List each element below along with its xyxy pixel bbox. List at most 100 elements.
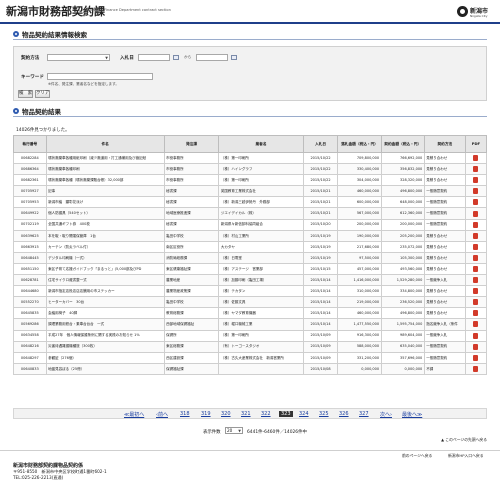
pager-page[interactable]: 321: [241, 411, 251, 417]
pdf-cell: [464, 262, 488, 276]
pdf-icon[interactable]: [473, 277, 479, 284]
item-name-cell[interactable]: 地盤見容ぼる（25冊）: [45, 362, 165, 375]
table-row: 00651150 東区子育て応援ガイドブック「まるっと」(5,000部及びPD 東区…: [13, 262, 488, 276]
clear-button[interactable]: クリア: [35, 90, 50, 98]
item-name-cell[interactable]: 住宅サイクロ蔵書整一式: [45, 274, 165, 287]
pdf-icon[interactable]: [473, 354, 479, 361]
item-name-cell[interactable]: 調理業務用鉄台・乗車台台台 一式: [45, 318, 165, 331]
pager-prev[interactable]: ‹前へ: [156, 411, 168, 418]
table-row: 00682284 環状廃棄車各種用紙印刷（減少廃道用・打工通補用及び値記紙 市役事務…: [13, 151, 488, 165]
item-name-cell[interactable]: デジタル印刷機（一式）: [45, 251, 165, 264]
pdf-icon[interactable]: [473, 199, 479, 206]
table-row: 00645835 会議用椅子 40脚 教育総務課 （株）ヤマダ教育機器 2015/10/…: [13, 307, 488, 320]
item-name-cell[interactable]: 本を取・取り開運保管庫 1台: [45, 229, 165, 242]
column-header[interactable]: 落札金額（税込・円）: [337, 135, 382, 153]
pdf-icon[interactable]: [473, 254, 479, 261]
back-to-top-link[interactable]: ▲ このページの先頭へ戻る: [417, 437, 487, 445]
pdf-icon[interactable]: [473, 177, 479, 184]
pdf-icon[interactable]: [473, 221, 479, 228]
table-cell: 2015/10/21: [302, 196, 339, 209]
pager-page[interactable]: 327: [359, 411, 369, 417]
table-header-row: 執行番号 件名 発注課 業者名 入札日 落札金額（税込・円） 契約金額（税込・円…: [13, 135, 488, 153]
pager-page[interactable]: 320: [221, 411, 231, 417]
footer-link-home[interactable]: 新潟市HP入口へ戻る: [448, 453, 484, 459]
table-cell: 西区建設課: [163, 351, 220, 364]
column-header[interactable]: 業者名: [218, 135, 304, 153]
column-header[interactable]: 件名: [45, 135, 165, 153]
city-logo[interactable]: 新潟市 Niigata City: [457, 4, 497, 21]
pdf-icon[interactable]: [473, 155, 479, 162]
table-cell: 00648297: [13, 351, 47, 364]
column-header[interactable]: 入札日: [302, 135, 339, 153]
pdf-icon[interactable]: [473, 265, 479, 272]
method-select[interactable]: ▼: [47, 54, 110, 61]
item-name-cell[interactable]: 災害待遇難護機種旅（300枚）: [45, 340, 165, 353]
table-cell: （株）日電堂: [218, 251, 304, 264]
item-name-cell[interactable]: 新潟市議 顕彰花派け: [45, 196, 165, 209]
pdf-icon[interactable]: [473, 365, 479, 372]
table-cell: 709,800,000: [337, 151, 382, 165]
column-header[interactable]: 契約方法: [423, 135, 466, 153]
item-name-cell[interactable]: 記事: [45, 185, 165, 198]
table-cell: 304,000,000: [337, 174, 382, 187]
item-name-cell[interactable]: 東区子育て応援ガイドブック「まるっと」(5,000部及びPD: [45, 262, 165, 276]
table-cell: 00640833: [13, 362, 47, 375]
pdf-icon[interactable]: [473, 332, 479, 339]
keyword-input[interactable]: [47, 73, 153, 80]
pdf-icon[interactable]: [473, 299, 479, 306]
table-cell: 一般随意契約: [423, 340, 466, 353]
item-name-cell[interactable]: 新潟市指定店役店店店舗用の市ステッカー: [45, 285, 165, 298]
pdf-icon[interactable]: [473, 243, 479, 250]
pager-page[interactable]: 325: [319, 411, 329, 417]
column-header[interactable]: 発注課: [163, 135, 220, 153]
footer-dept: 新潟市財務部契約課物品契約係: [13, 463, 84, 469]
pager-page[interactable]: 324: [299, 411, 309, 417]
section-bullet-icon: [13, 108, 19, 114]
pdf-cell: [464, 196, 488, 209]
table-cell: 教育総務課: [163, 307, 220, 320]
item-name-cell[interactable]: 個人防護具（540セット）: [45, 207, 165, 220]
calendar-icon[interactable]: [231, 55, 237, 60]
pager-page[interactable]: 318: [180, 411, 190, 417]
pdf-cell: [464, 151, 488, 165]
pdf-icon[interactable]: [473, 343, 479, 350]
footer-link-back[interactable]: 前のページへ戻る: [402, 453, 432, 459]
item-name-cell[interactable]: 環状廃棄車各種（環状廃棄課販台帳）32,000部: [45, 174, 165, 187]
item-name-cell[interactable]: 参観証（276個）: [45, 351, 165, 364]
table-cell: 2015/10/09: [302, 351, 339, 364]
pager-page[interactable]: 326: [339, 411, 349, 417]
pager-page[interactable]: 322: [261, 411, 271, 417]
pager-page[interactable]: 319: [201, 411, 211, 417]
pager-first[interactable]: ≪最初へ: [124, 411, 144, 418]
table-row: 00649922 個人防護具（540セット） 地域医療推進課 ジエイデイカル（株） 20…: [13, 207, 488, 220]
table-cell: 見積り合わせ: [423, 229, 466, 242]
pdf-icon[interactable]: [473, 210, 479, 217]
table-cell: 英国教育工業株式会社: [218, 185, 304, 198]
column-header[interactable]: 執行番号: [13, 135, 47, 153]
table-row: 00648445 デジタル印刷機（一式） 消防局総務課 （株）日電堂 2015/10/1…: [13, 251, 488, 264]
table-row: 00640833 地盤見容ぼる（25冊） 保健福祉課 2015/10/08 0,000,…: [13, 362, 488, 375]
column-header[interactable]: 契約金額（税込・円）: [380, 135, 425, 153]
per-page-select[interactable]: 20 ▼: [225, 427, 243, 434]
item-name-cell[interactable]: 平成27年 個人情報保護条例に関する実践のお知らせ 1%: [45, 329, 165, 342]
pdf-icon[interactable]: [473, 321, 479, 328]
date-to-input[interactable]: [196, 54, 228, 61]
pdf-icon[interactable]: [473, 188, 479, 195]
pdf-icon[interactable]: [473, 310, 479, 317]
pdf-icon[interactable]: [473, 166, 479, 173]
item-name-cell[interactable]: カーテン（防炎ラベル付）: [45, 240, 165, 253]
item-name-cell[interactable]: 環状廃棄車各種用紙印刷（減少廃道用・打工通補用及び値記紙: [45, 151, 165, 165]
item-name-cell[interactable]: 全国共通ギフト券 400枚: [45, 218, 165, 231]
pager-next[interactable]: 次へ›: [380, 411, 392, 418]
pdf-icon[interactable]: [473, 288, 479, 295]
pager-last[interactable]: 最後へ≫: [402, 411, 422, 418]
per-page-value: 20: [227, 428, 233, 433]
search-button[interactable]: 検 索: [18, 90, 33, 98]
date-from-input[interactable]: [138, 54, 170, 61]
item-name-cell[interactable]: ヒーターカバー 30台: [45, 296, 165, 309]
item-name-cell[interactable]: 環状廃棄車各種印刷: [45, 163, 165, 176]
item-name-cell[interactable]: 会議用椅子 40脚: [45, 307, 165, 320]
calendar-icon[interactable]: [173, 55, 179, 60]
pdf-icon[interactable]: [473, 232, 479, 239]
table-cell: 0,000,000: [337, 362, 382, 375]
